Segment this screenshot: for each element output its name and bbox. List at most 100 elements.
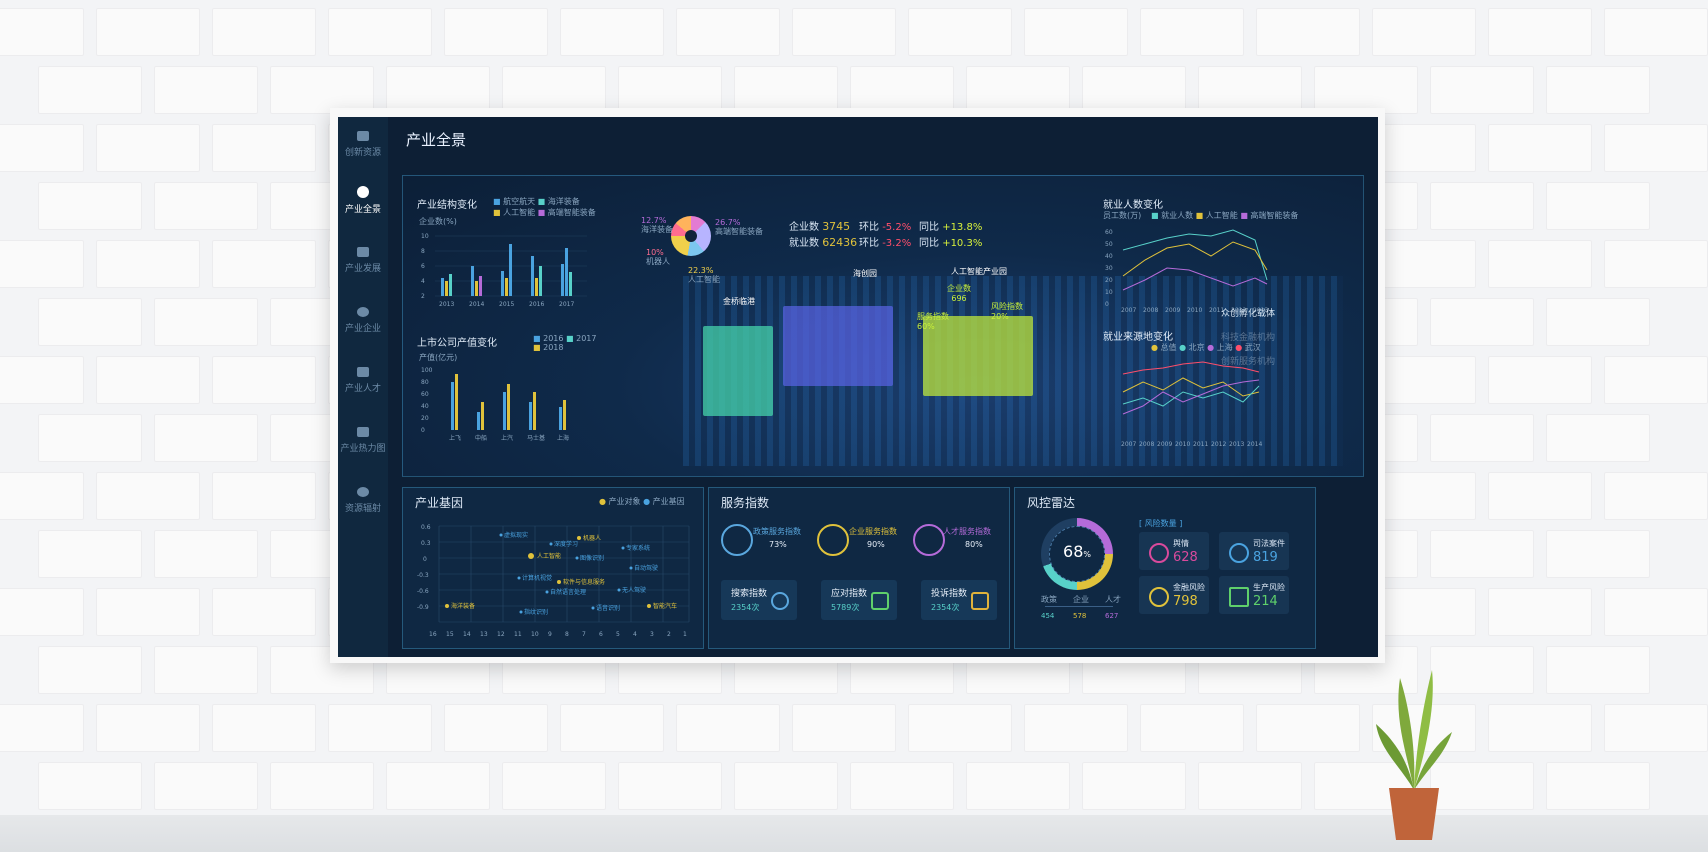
risk-data-tag: [ 风险数量 ] [1139, 519, 1183, 528]
svg-text:100: 100 [421, 367, 433, 374]
brick-row [0, 8, 1708, 60]
svg-text:60: 60 [1105, 229, 1113, 236]
ai-park-service: 服务指数 60% [917, 312, 949, 331]
chart-title: 上市公司产值变化 [417, 338, 497, 349]
svg-text:-0.6: -0.6 [417, 588, 429, 595]
place-label: 海创园 [853, 269, 877, 278]
ai-park-enterprise: 企业数 696 [947, 284, 971, 303]
stat-enterprise: 企业数 3745 [789, 220, 851, 233]
svg-text:虚拟现实: 虚拟现实 [504, 531, 528, 539]
sidebar-item-radiation[interactable]: 资源辐射 [338, 473, 388, 527]
sidebar-item-label: 资源辐射 [344, 503, 381, 514]
location-icon [357, 306, 369, 317]
index-value: 80% [965, 540, 983, 549]
svg-text:计算机视觉: 计算机视觉 [522, 574, 552, 582]
svg-text:2008: 2008 [1143, 307, 1158, 312]
listed-output-bar-chart: 100 80 60 40 20 0 上飞 中船 上汽 马士基 上海 [421, 367, 569, 442]
svg-text:2007: 2007 [1121, 441, 1136, 448]
index-value: 73% [769, 540, 787, 549]
svg-text:2016: 2016 [529, 301, 544, 306]
risk-card-production[interactable]: 生产风险 214 [1219, 576, 1289, 614]
risk-sub-label: 政策 [1041, 595, 1057, 604]
map-icon [357, 426, 369, 437]
risk-card-financial[interactable]: 金融风险 798 [1139, 576, 1209, 614]
svg-text:8: 8 [565, 631, 569, 638]
svg-text:20: 20 [421, 415, 429, 422]
sidebar-item-overview[interactable]: 产业全景 [338, 173, 388, 227]
svg-text:2009: 2009 [1165, 307, 1180, 312]
svg-text:4: 4 [421, 278, 425, 285]
risk-sub-label: 企业 [1073, 595, 1089, 604]
sidebar-item-enterprise[interactable]: 产业企业 [338, 293, 388, 347]
svg-text:10: 10 [531, 631, 539, 638]
bulb-icon [357, 486, 369, 497]
svg-text:自然语言处理: 自然语言处理 [550, 588, 586, 596]
svg-text:12: 12 [497, 631, 505, 638]
svg-text:0: 0 [423, 556, 427, 563]
complaint-index-card[interactable]: 投诉指数 2354次 [921, 580, 997, 620]
sidebar-item-heatmap[interactable]: 产业热力图 [338, 413, 388, 467]
svg-text:海洋装备: 海洋装备 [451, 602, 475, 610]
sidebar-item-label: 创新资源 [344, 147, 381, 158]
industry-gene-panel: 产业基因 ● 产业对象 ● 产业基因 0.6 0.3 0 -0.3 -0.6 -… [402, 487, 704, 649]
dashboard-screen: 创新资源 产业全景 产业发展 产业企业 产业人才 产业热力图 资源辐射 产业全景 [338, 117, 1378, 657]
svg-text:图像识别: 图像识别 [580, 554, 604, 562]
svg-text:3: 3 [650, 631, 654, 638]
svg-text:1: 1 [683, 631, 687, 638]
risk-sub-track [1045, 606, 1113, 607]
svg-text:60: 60 [421, 391, 429, 398]
svg-text:智能汽车: 智能汽车 [653, 602, 677, 610]
industry-structure-bar-chart: 10 8 6 4 2 2013 2014 2015 2016 2017 [421, 233, 587, 306]
stat-employment-yoy: 同比 +10.3% [919, 238, 983, 249]
place-label: 金桥临港 [723, 297, 755, 306]
chart-title: 就业人数变化 [1103, 200, 1163, 211]
svg-text:自动驾驶: 自动驾驶 [634, 564, 658, 572]
stat-employment: 就业数 62436 [789, 236, 858, 249]
index-label: 政策服务指数 [753, 527, 801, 536]
overlay-menu-item[interactable]: 众创孵化载体 [1221, 306, 1275, 319]
briefcase-icon [357, 246, 369, 257]
response-index-card[interactable]: 应对指数 5789次 [821, 580, 897, 620]
pie-label: 26.7% 高端智能装备 [715, 218, 763, 236]
district-jinqiao-block [703, 326, 773, 416]
brick-row [38, 762, 1708, 814]
index-label: 企业服务指数 [849, 527, 897, 536]
sidebar-item-label: 产业全景 [344, 204, 381, 215]
chart-legend: ■ 航空航天 ■ 海洋装备 ■ 人工智能 ■ 高端智能装备 [493, 197, 596, 217]
risk-card-judicial[interactable]: 司法案件 819 [1219, 532, 1289, 570]
svg-text:8: 8 [421, 248, 425, 255]
risk-card-public-opinion[interactable]: 舆情 628 [1139, 532, 1209, 570]
svg-text:16: 16 [429, 631, 437, 638]
svg-text:机器人: 机器人 [583, 534, 601, 542]
svg-text:上飞: 上飞 [449, 434, 461, 442]
svg-text:10: 10 [421, 233, 429, 240]
enterprise-icon [817, 524, 849, 556]
svg-text:50: 50 [1105, 241, 1113, 248]
industry-gene-scatter-chart: 0.6 0.3 0 -0.3 -0.6 -0.9 16 15 14 13 12 … [417, 524, 690, 638]
sidebar-item-talent[interactable]: 产业人才 [338, 353, 388, 407]
svg-text:2014: 2014 [1247, 441, 1262, 448]
risk-sub-value: 454 [1041, 612, 1055, 620]
sidebar-item-innovation[interactable]: 创新资源 [338, 117, 388, 171]
svg-text:0.6: 0.6 [421, 524, 431, 531]
stat-employment-mom: 环比 -3.2% [859, 238, 912, 249]
pie-label: 10% 机器人 [646, 248, 670, 266]
svg-text:2013: 2013 [1229, 441, 1244, 448]
overlay-menu-item[interactable]: 科技金融机构 [1221, 330, 1275, 343]
svg-text:软件与信息服务: 软件与信息服务 [563, 578, 605, 586]
sidebar-item-label: 产业热力图 [340, 443, 386, 454]
sidebar-item-development[interactable]: 产业发展 [338, 233, 388, 287]
pie-label: 22.3% 人工智能 [688, 266, 720, 284]
svg-text:2017: 2017 [559, 301, 574, 306]
overlay-menu-item[interactable]: 创新服务机构 [1221, 354, 1275, 367]
svg-text:7: 7 [582, 631, 586, 638]
svg-text:深度学习: 深度学习 [554, 540, 578, 548]
svg-text:2008: 2008 [1139, 441, 1154, 448]
globe-icon [1149, 587, 1169, 607]
search-index-card[interactable]: 搜索指数 2354次 [721, 580, 797, 620]
hero-panel: 产业结构变化 ■ 航空航天 ■ 海洋装备 ■ 人工智能 ■ 高端智能装备 企业数… [402, 175, 1364, 477]
stat-enterprise-yoy: 同比 +13.8% [919, 222, 983, 233]
chart-title: 产业结构变化 [417, 200, 477, 211]
sidebar-item-label: 产业人才 [344, 383, 381, 394]
index-value: 90% [867, 540, 885, 549]
